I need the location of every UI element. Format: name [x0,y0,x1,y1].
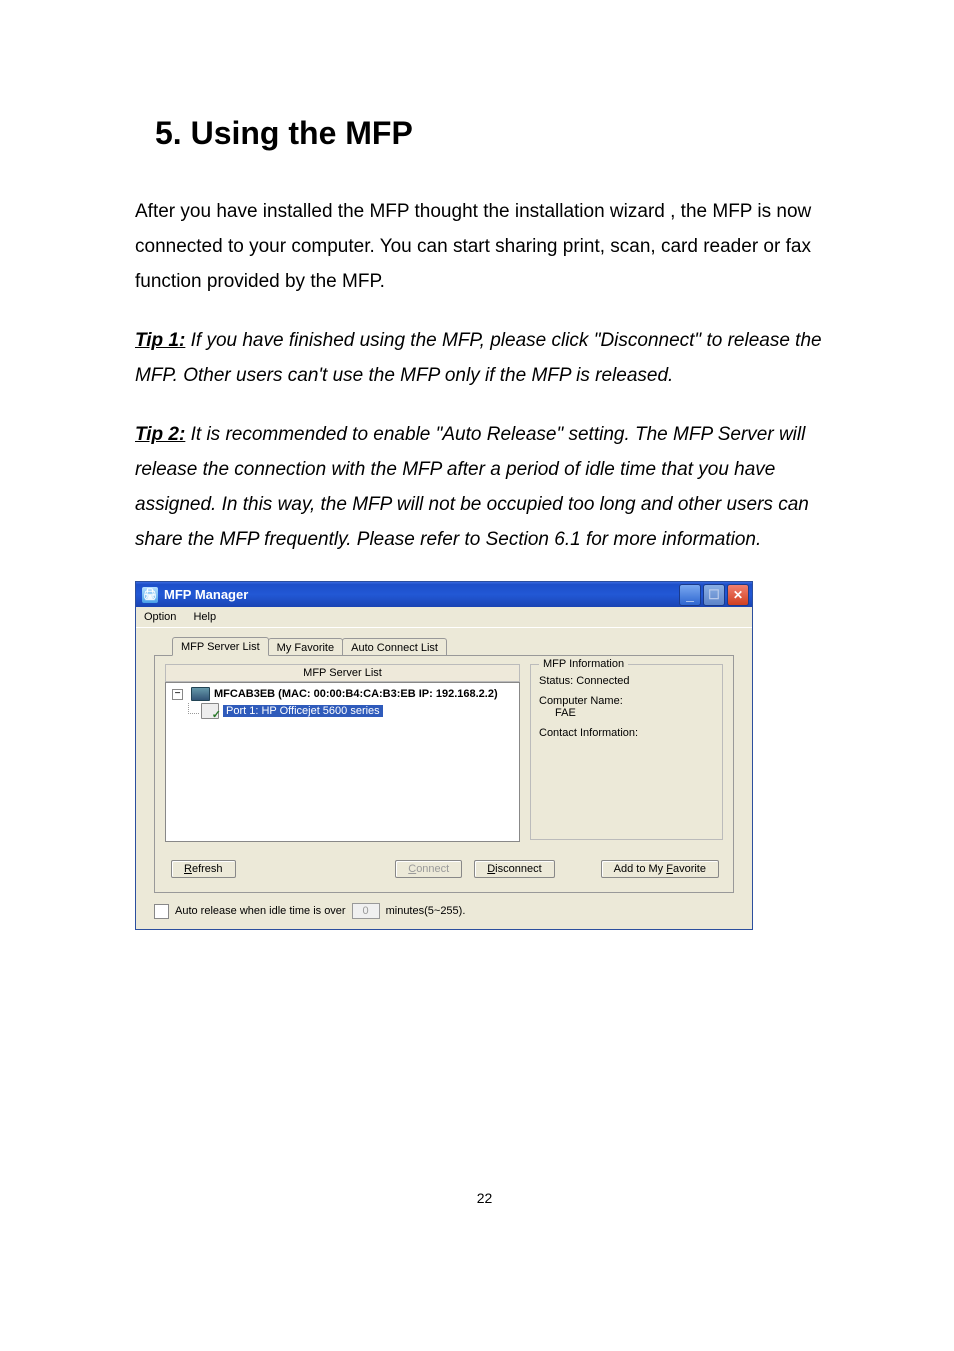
tab-server-list[interactable]: MFP Server List [172,637,269,656]
auto-release-label: Auto release when idle time is over [175,905,346,917]
tip1-label: Tip 1: [135,330,185,351]
tip2-paragraph: Tip 2: It is recommended to enable "Auto… [135,417,834,557]
page-number: 22 [135,1190,834,1206]
menu-option[interactable]: Option [144,611,176,623]
auto-release-suffix: minutes(5~255). [386,905,466,917]
window-title: MFP Manager [164,587,248,602]
tab-panel: MFP Server List − MFCAB3EB (MAC: 00:00:B… [154,655,734,893]
mfp-information-box: MFP Information Status: Connected Comput… [530,664,723,840]
auto-release-minutes-field[interactable]: 0 [352,903,380,919]
add-favorite-button[interactable]: Add to My Favorite [601,860,719,878]
mfp-manager-window: 🖨 MFP Manager _ ☐ ✕ Option Help MFP Serv… [135,581,753,930]
port-label: Port 1: HP Officejet 5600 series [223,705,383,717]
titlebar[interactable]: 🖨 MFP Manager _ ☐ ✕ [136,582,752,607]
server-tree[interactable]: − MFCAB3EB (MAC: 00:00:B4:CA:B3:EB IP: 1… [165,682,520,842]
info-legend: MFP Information [539,658,628,670]
info-computer-name-label: Computer Name: [539,695,714,707]
close-button[interactable]: ✕ [727,584,749,606]
refresh-button[interactable]: Refresh [171,860,236,878]
tree-port-node[interactable]: Port 1: HP Officejet 5600 series [188,703,513,719]
tip2-label: Tip 2: [135,424,185,445]
heading: 5. Using the MFP [155,115,834,152]
auto-release-checkbox[interactable] [154,904,169,919]
tree-server-node[interactable]: − MFCAB3EB (MAC: 00:00:B4:CA:B3:EB IP: 1… [172,687,513,701]
connect-button: Connect [395,860,462,878]
server-label: MFCAB3EB (MAC: 00:00:B4:CA:B3:EB IP: 192… [214,688,498,700]
server-icon [191,687,210,701]
info-contact-label: Contact Information: [539,727,714,739]
info-computer-name-value: FAE [539,707,714,719]
info-status: Status: Connected [539,675,714,687]
maximize-button: ☐ [703,584,725,606]
printer-icon [201,703,219,719]
auto-release-row: Auto release when idle time is over 0 mi… [154,903,734,919]
tip1-paragraph: Tip 1: If you have finished using the MF… [135,323,834,393]
menu-help[interactable]: Help [193,611,216,623]
app-icon: 🖨 [142,587,158,603]
intro-paragraph: After you have installed the MFP thought… [135,194,834,299]
tab-auto-connect[interactable]: Auto Connect List [342,638,447,656]
tree-line-icon [188,703,199,714]
minimize-button[interactable]: _ [679,584,701,606]
tip1-body: If you have finished using the MFP, plea… [135,330,822,386]
disconnect-button[interactable]: Disconnect [474,860,554,878]
tab-my-favorite[interactable]: My Favorite [268,638,343,656]
tab-strip: MFP Server List My Favorite Auto Connect… [172,636,734,655]
menubar: Option Help [136,607,752,628]
tip2-body: It is recommended to enable "Auto Releas… [135,424,809,550]
collapse-icon[interactable]: − [172,689,183,700]
server-list-header: MFP Server List [165,664,520,682]
